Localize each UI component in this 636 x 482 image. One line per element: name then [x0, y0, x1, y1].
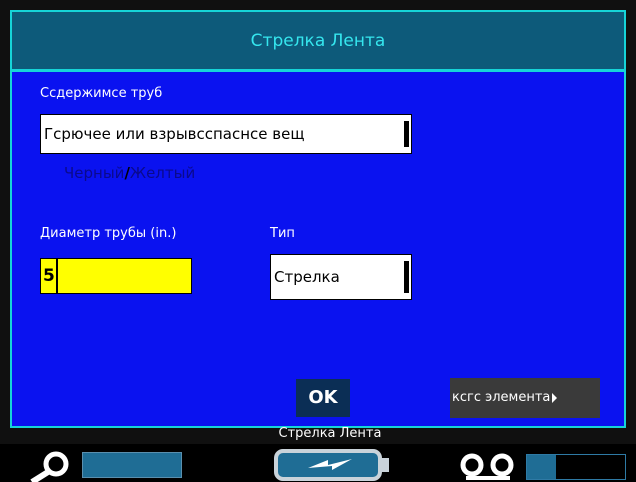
dialog-title: Стрелка Лента	[12, 12, 624, 72]
pipe-marker-dialog: Стрелка Лента Ссдержимсе труб Гсрючее ил…	[10, 10, 626, 428]
dropdown-arrow-icon	[404, 121, 409, 147]
next-element-button[interactable]: ксгс элемента	[450, 378, 600, 418]
tape-cassette-icon	[460, 453, 514, 480]
tape-remaining-fill	[527, 455, 557, 479]
status-label: Стрелка Лента	[278, 426, 382, 441]
color-caption: Черный/Желтый	[64, 164, 195, 182]
ok-button[interactable]: OK	[296, 379, 350, 417]
diameter-label: Диаметр трубы (in.)	[40, 226, 177, 241]
tape-remaining-meter	[526, 454, 626, 480]
contents-select[interactable]: Гсрючее или взрывсспаснсе вещ	[40, 114, 412, 154]
diameter-input[interactable]: 5	[40, 258, 192, 294]
battery-charging-icon	[274, 449, 389, 481]
contents-label: Ссдержимсе труб	[40, 86, 163, 101]
contents-value: Гсрючее или взрывсспаснсе вещ	[44, 125, 305, 143]
color-right: Желтый	[129, 164, 196, 182]
zoom-level-bar	[82, 452, 182, 478]
type-value: Стрелка	[274, 268, 340, 286]
diameter-value: 5	[43, 259, 58, 293]
device-screen: Стрелка Лента Ссдержимсе труб Гсрючее ил…	[0, 0, 636, 482]
next-element-label: ксгс элемента	[452, 390, 551, 405]
arrow-right-icon	[552, 392, 558, 403]
color-left: Черный	[64, 164, 125, 182]
dropdown-arrow-icon	[404, 261, 409, 293]
type-select[interactable]: Стрелка	[270, 254, 412, 300]
type-label: Тип	[270, 226, 295, 241]
zoom-icon	[30, 451, 69, 482]
